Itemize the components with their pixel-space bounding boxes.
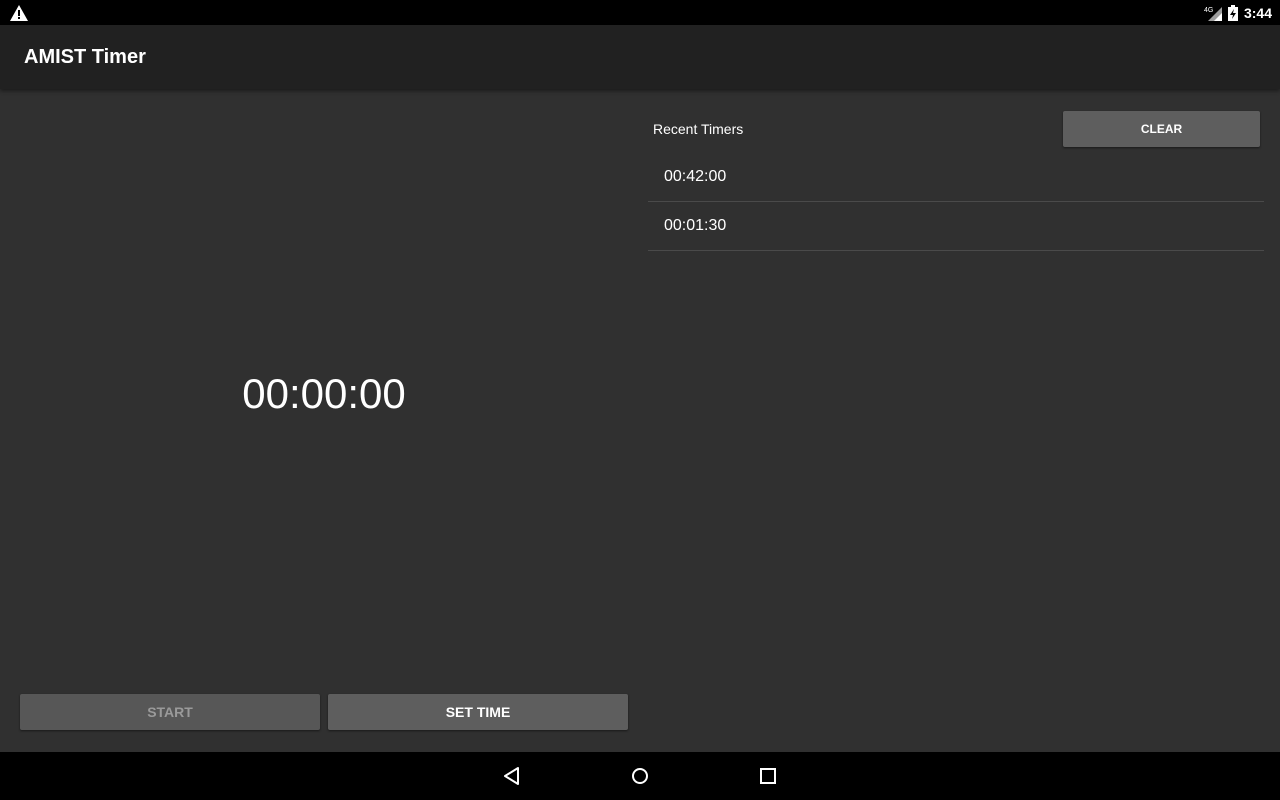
clear-button[interactable]: CLEAR: [1063, 111, 1260, 147]
recent-timers-list: 00:42:00 00:01:30: [648, 153, 1264, 251]
status-bar: 4G 3:44: [0, 0, 1280, 25]
list-item[interactable]: 00:42:00: [648, 153, 1264, 202]
set-time-button[interactable]: SET TIME: [328, 694, 628, 730]
app-title: AMIST Timer: [24, 46, 146, 68]
svg-text:4G: 4G: [1204, 7, 1213, 14]
recents-icon[interactable]: [758, 766, 778, 786]
battery-charging-icon: [1227, 4, 1238, 21]
timer-display: 00:00:00: [242, 370, 406, 417]
app-bar: AMIST Timer: [0, 25, 1280, 89]
list-item[interactable]: 00:01:30: [648, 202, 1264, 251]
home-icon[interactable]: [630, 766, 650, 786]
recent-timers-title: Recent Timers: [653, 121, 744, 137]
warning-icon: [10, 5, 28, 21]
start-button[interactable]: START: [20, 694, 320, 730]
navigation-bar: [0, 752, 1280, 800]
status-time: 3:44: [1243, 4, 1272, 21]
back-icon[interactable]: [502, 766, 522, 786]
signal-icon: 4G: [1204, 6, 1222, 21]
status-icons: 4G 3:44: [1204, 0, 1272, 25]
